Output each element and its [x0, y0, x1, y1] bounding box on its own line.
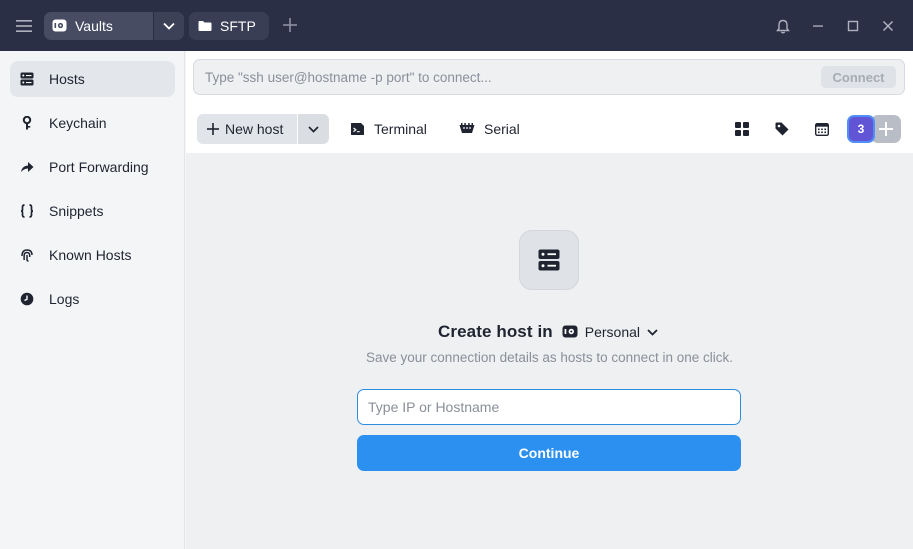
sidebar-item-label: Port Forwarding	[49, 159, 149, 175]
serial-label: Serial	[484, 121, 520, 137]
sftp-tab[interactable]: SFTP	[189, 12, 269, 40]
minimize-button[interactable]	[806, 14, 830, 38]
sidebar-item-label: Logs	[49, 291, 80, 307]
title-bar: Vaults SFTP	[0, 0, 913, 51]
chevron-down-icon	[163, 22, 175, 30]
create-host-subtitle: Save your connection details as hosts to…	[366, 350, 733, 365]
team-avatar-count[interactable]: 3	[847, 115, 875, 143]
close-window-button[interactable]	[876, 14, 900, 38]
grid-view-button[interactable]	[730, 117, 754, 141]
chevron-down-icon	[647, 328, 658, 336]
new-tab-button[interactable]	[279, 14, 301, 36]
chevron-down-icon	[308, 125, 319, 133]
new-host-button[interactable]: New host	[197, 114, 297, 144]
sidebar-item-hosts[interactable]: Hosts	[10, 61, 175, 97]
hamburger-icon	[16, 20, 32, 32]
notifications-button[interactable]	[771, 14, 795, 38]
plus-icon	[879, 122, 893, 136]
arrow-forward-icon	[20, 160, 34, 174]
vaults-tab-main[interactable]: Vaults	[44, 12, 153, 40]
vault-icon	[562, 325, 578, 338]
calendar-sort-button[interactable]	[810, 117, 834, 141]
tags-button[interactable]	[770, 117, 794, 141]
terminal-icon	[351, 123, 364, 135]
connect-button[interactable]: Connect	[821, 66, 896, 88]
plus-icon	[207, 123, 219, 135]
calendar-icon	[815, 123, 829, 136]
create-host-heading: Create host in Personal	[438, 320, 660, 344]
sidebar-item-label: Hosts	[49, 71, 85, 87]
hosts-toolbar: New host Terminal Serial 3	[186, 111, 913, 147]
minimize-icon	[813, 25, 823, 27]
vault-icon	[52, 19, 67, 32]
key-icon	[20, 116, 34, 130]
server-icon	[538, 249, 560, 271]
quick-connect-bar: Connect	[193, 59, 905, 95]
maximize-button[interactable]	[841, 14, 865, 38]
sftp-tab-label: SFTP	[220, 18, 256, 34]
fingerprint-icon	[20, 248, 34, 262]
vaults-dropdown-button[interactable]	[153, 12, 184, 40]
sidebar-item-port-forwarding[interactable]: Port Forwarding	[10, 149, 175, 185]
server-illustration	[519, 230, 579, 290]
terminal-label: Terminal	[374, 121, 427, 137]
new-host-label: New host	[225, 121, 284, 137]
sidebar-item-keychain[interactable]: Keychain	[10, 105, 175, 141]
quick-connect-input[interactable]	[194, 60, 814, 94]
sidebar-item-snippets[interactable]: Snippets	[10, 193, 175, 229]
folder-icon	[198, 21, 212, 31]
vaults-tab-label: Vaults	[75, 18, 113, 34]
create-host-title: Create host in	[438, 322, 553, 341]
serial-port-icon	[459, 123, 475, 133]
sidebar-item-label: Known Hosts	[49, 247, 132, 263]
top-strip: Connect New host Terminal Serial	[186, 51, 913, 153]
main-area: Connect New host Terminal Serial	[186, 51, 913, 549]
grid-icon	[735, 122, 749, 136]
vault-name: Personal	[584, 324, 641, 340]
sidebar-item-logs[interactable]: Logs	[10, 281, 175, 317]
continue-button[interactable]: Continue	[357, 435, 741, 471]
clock-icon	[20, 292, 34, 306]
vaults-tab[interactable]: Vaults	[44, 12, 184, 40]
sidebar-item-label: Snippets	[49, 203, 104, 219]
maximize-icon	[847, 20, 859, 32]
sidebar: Hosts Keychain Port Forwarding Snippets …	[0, 51, 185, 549]
server-icon	[20, 72, 34, 86]
terminal-button[interactable]: Terminal	[350, 114, 427, 144]
vault-selector[interactable]: Personal	[562, 324, 658, 340]
serial-button[interactable]: Serial	[459, 114, 520, 144]
sidebar-item-label: Keychain	[49, 115, 107, 131]
close-icon	[882, 20, 894, 32]
add-member-button[interactable]	[871, 115, 901, 143]
menu-button[interactable]	[11, 13, 37, 39]
hostname-input[interactable]	[357, 389, 741, 425]
plus-icon	[283, 18, 297, 32]
bell-icon	[776, 19, 790, 33]
tag-icon	[775, 122, 789, 136]
new-host-dropdown-button[interactable]	[298, 114, 329, 144]
braces-icon	[20, 204, 34, 218]
sidebar-item-known-hosts[interactable]: Known Hosts	[10, 237, 175, 273]
